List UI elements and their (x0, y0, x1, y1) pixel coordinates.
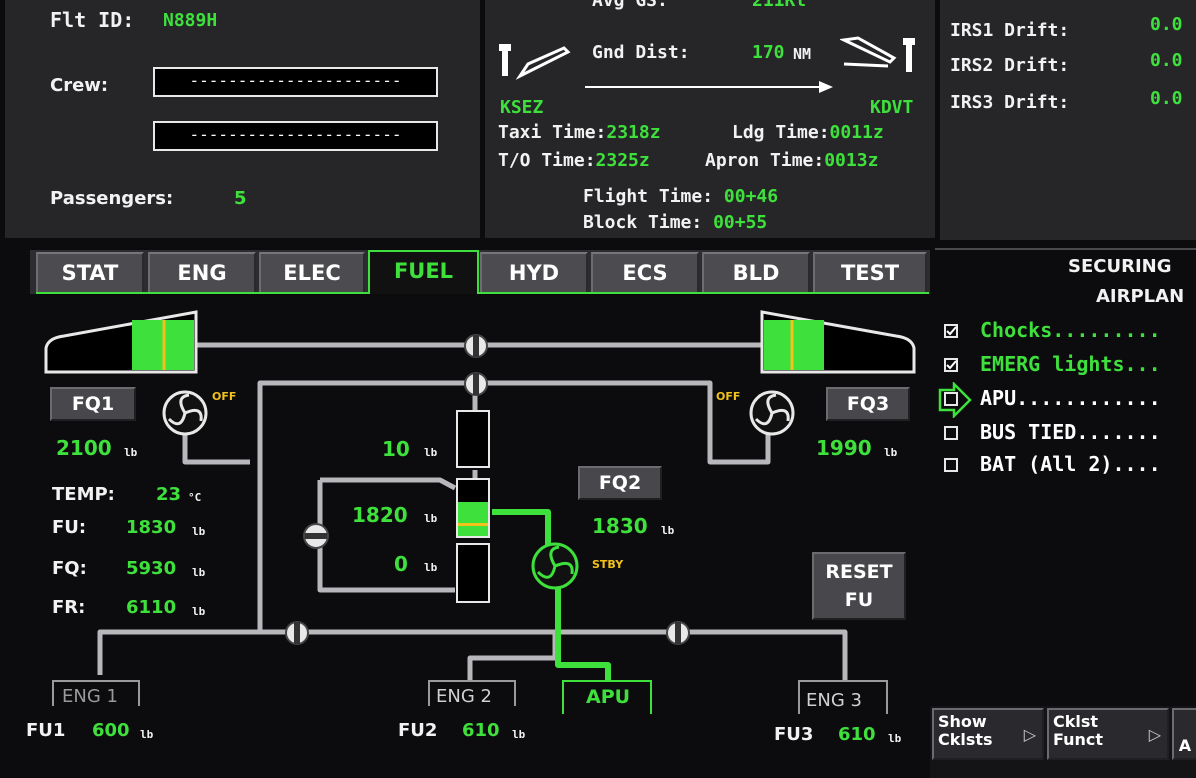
center-tank-mid-fill (458, 502, 488, 536)
crossfeed-valve-top-icon (464, 334, 488, 358)
checklist-item[interactable]: BUS TIED....... (980, 420, 1196, 444)
temp-unit: °C (188, 491, 202, 504)
tank-bot-unit: lb (424, 561, 438, 574)
temp-value: 23 (156, 484, 182, 505)
eng3-label: ENG 3 (806, 690, 862, 711)
checklist-item[interactable]: Chocks......... (980, 318, 1196, 342)
checklist-checkbox[interactable] (944, 358, 958, 372)
fu1-label: FU1 (26, 720, 66, 741)
reset-fu-line1: RESET (825, 561, 893, 583)
fu-label: FU: (52, 517, 87, 538)
right-wing-tank (760, 310, 916, 374)
tank-top-value: 10 (382, 437, 410, 461)
checklist-function-line1: Cklst (1053, 712, 1099, 731)
left-pump-state: OFF (212, 390, 237, 403)
fr-label: FR: (52, 597, 86, 618)
fu-value: 1830 (126, 517, 177, 538)
checklist-checkbox[interactable] (944, 324, 958, 338)
irs2-label: IRS2 Drift: (950, 55, 1070, 76)
fu-unit: lb (192, 525, 206, 538)
softkey-cut-button[interactable]: A (1172, 708, 1196, 760)
right-pump-state: OFF (716, 390, 741, 403)
softkey-cut-label: A (1178, 736, 1192, 755)
fu2-value: 610 (462, 720, 500, 741)
tank-mid-unit: lb (424, 512, 438, 525)
checklist-item[interactable]: APU............ (980, 386, 1196, 410)
checkmark-icon (946, 326, 957, 336)
center-pump-icon (531, 542, 579, 590)
eng2-label: ENG 2 (436, 686, 492, 707)
fr-value: 6110 (126, 597, 177, 618)
irs1-label: IRS1 Drift: (950, 20, 1070, 41)
show-checklists-arrow-icon: ▷ (1023, 725, 1036, 744)
left-wing-tank (44, 310, 198, 374)
engine-valve-right-icon (666, 621, 690, 645)
fq1-value: 2100 (56, 436, 112, 460)
checklist-title-line1: SECURING (1068, 256, 1172, 277)
fu2-label: FU2 (398, 720, 438, 741)
checklist-checkbox[interactable] (944, 458, 958, 472)
irs2-value: 0.0 (1150, 50, 1183, 71)
checklist-item[interactable]: EMERG lights... (980, 352, 1196, 376)
apu-label: APU (586, 686, 631, 708)
fq3-button[interactable]: FQ3 (826, 387, 910, 421)
irs3-label: IRS3 Drift: (950, 92, 1070, 113)
fq1-unit: lb (124, 446, 138, 459)
fq2-value: 1830 (592, 514, 648, 538)
fu2-unit: lb (512, 728, 526, 741)
left-pump-icon (162, 390, 208, 436)
crossfeed-valve-mid-icon (464, 372, 488, 396)
fu3-value: 610 (838, 724, 876, 745)
center-tank-mid (456, 478, 490, 538)
fq-unit: lb (192, 566, 206, 579)
checklist-function-button[interactable]: Cklst Funct ▷ (1047, 708, 1169, 760)
fu3-unit: lb (888, 732, 902, 745)
tank-valve-icon (303, 523, 329, 549)
tank-mid-value: 1820 (352, 503, 408, 527)
fq3-value: 1990 (816, 436, 872, 460)
tank-bot-value: 0 (394, 552, 408, 576)
fu1-unit: lb (140, 728, 154, 741)
reset-fu-line2: FU (844, 589, 874, 611)
fr-unit: lb (192, 605, 206, 618)
center-tank-bot (456, 543, 490, 603)
fu1-value: 600 (92, 720, 130, 741)
fq2-unit: lb (661, 524, 675, 537)
right-pump-icon (749, 390, 795, 436)
checkmark-icon (946, 360, 957, 370)
checklist-function-line2: Funct (1053, 730, 1104, 749)
engine-valve-left-icon (285, 621, 309, 645)
irs1-value: 0.0 (1150, 14, 1183, 35)
center-pump-state: STBY (592, 558, 624, 571)
fq-label: FQ: (52, 558, 87, 579)
show-checklists-button[interactable]: Show Cklsts ▷ (932, 708, 1044, 760)
irs3-value: 0.0 (1150, 88, 1183, 109)
eng1-label: ENG 1 (62, 686, 118, 707)
checklist-function-arrow-icon: ▷ (1148, 725, 1161, 744)
current-item-arrow-icon (938, 382, 972, 418)
checklist-item[interactable]: BAT (All 2).... (980, 452, 1196, 476)
reset-fu-button[interactable]: RESET FU (812, 552, 906, 620)
temp-label: TEMP: (52, 484, 115, 505)
fq1-button[interactable]: FQ1 (50, 387, 136, 421)
center-tank-top (456, 410, 490, 468)
checklist-title-line2: AIRPLAN (1096, 286, 1185, 307)
fq2-button[interactable]: FQ2 (578, 466, 662, 500)
fq-value: 5930 (126, 558, 177, 579)
fu3-label: FU3 (774, 724, 814, 745)
fq3-unit: lb (884, 446, 898, 459)
center-tank-mid-marker (458, 523, 488, 526)
checklist-checkbox[interactable] (944, 426, 958, 440)
checklist-panel-border (935, 248, 1196, 250)
tank-top-unit: lb (424, 446, 438, 459)
